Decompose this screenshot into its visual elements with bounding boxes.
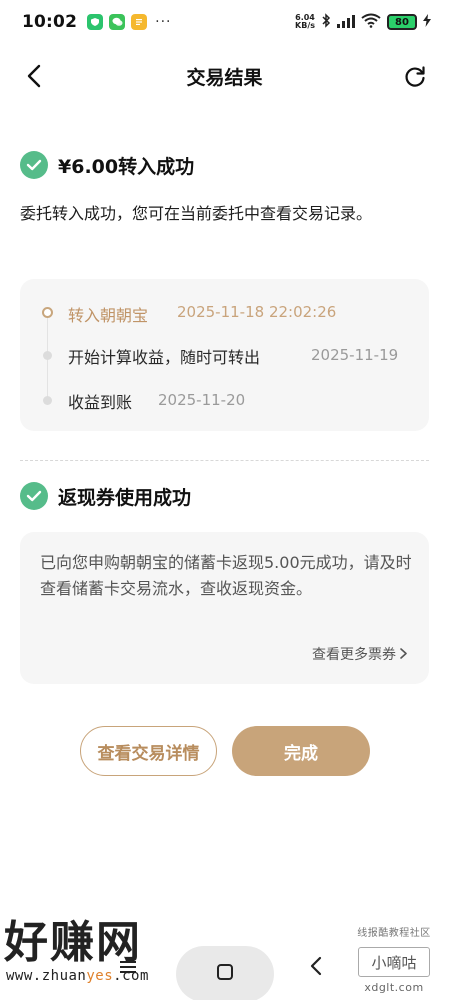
transfer-success-title: ¥6.00转入成功 — [58, 155, 195, 178]
home-square-icon[interactable] — [217, 964, 233, 980]
timeline-date-1: 2025-11-18 22:02:26 — [177, 303, 337, 321]
watermark-logo-text: 好赚网 — [4, 917, 142, 968]
watermark-url-suffix: .com — [113, 968, 149, 984]
check-circle-icon — [20, 151, 48, 179]
timeline-date-2: 2025-11-19 — [311, 346, 399, 364]
watermark-url: www.zhuanyes.com — [0, 968, 200, 984]
nav-back-icon[interactable] — [310, 956, 322, 982]
timeline-dot-active — [42, 307, 53, 318]
status-indicators: 6.04 KB/s 80 — [295, 12, 431, 32]
page-title: 交易结果 — [186, 66, 263, 89]
check-circle-icon — [20, 482, 48, 510]
timeline-label-3: 收益到账 — [68, 393, 133, 412]
watermark-right: 线报酷教程社区 小嘀咕 xdglt.com — [349, 924, 439, 994]
transfer-success-header: ¥6.00转入成功 — [20, 151, 194, 179]
timeline-dot — [43, 351, 52, 360]
timeline-date-3: 2025-11-20 — [158, 391, 246, 409]
battery-icon: 80 — [387, 14, 417, 30]
section-divider — [20, 460, 429, 461]
charging-icon — [423, 14, 431, 30]
timeline-label-2: 开始计算收益，随时可转出 — [68, 348, 261, 367]
timeline-label-1: 转入朝朝宝 — [68, 306, 149, 325]
watermark-name: 小嘀咕 — [358, 947, 430, 977]
network-speed: 6.04 KB/s — [295, 14, 315, 30]
transfer-timeline: 转入朝朝宝 2025-11-18 22:02:26 开始计算收益，随时可转出 2… — [20, 279, 429, 431]
watermark-url-prefix: www.zhuan — [6, 968, 87, 984]
notes-app-icon — [131, 14, 148, 30]
watermark-url-accent: yes — [86, 968, 114, 984]
cashback-success-header: 返现券使用成功 — [20, 482, 191, 510]
watermark-tag: 线报酷教程社区 — [357, 928, 431, 939]
status-more: ··· — [155, 14, 172, 30]
cashback-card: 已向您申购朝朝宝的储蓄卡返现5.00元成功，请及时查看储蓄卡交易流水，查收返现资… — [20, 532, 429, 684]
timeline-dot — [43, 396, 52, 405]
view-more-vouchers-link[interactable]: 查看更多票券 — [312, 644, 407, 664]
status-bar: 10:02 ··· 6.04 KB/s 80 — [0, 0, 449, 44]
done-button[interactable]: 完成 — [232, 726, 370, 776]
transfer-description: 委托转入成功，您可在当前委托中查看交易记录。 — [20, 204, 373, 223]
page-header: 交易结果 — [0, 48, 449, 104]
bluetooth-icon — [321, 12, 331, 32]
wechat-app-icon — [109, 14, 126, 30]
watermark-site: xdglt.com — [364, 981, 424, 994]
back-button[interactable] — [18, 60, 50, 92]
watermark-left: 好赚网 www.zhuanyes.com — [0, 918, 200, 996]
network-speed-unit: KB/s — [295, 21, 315, 30]
status-app-icons: ··· — [87, 14, 171, 30]
cashback-success-title: 返现券使用成功 — [58, 486, 192, 509]
wifi-icon — [361, 13, 381, 32]
refresh-icon — [405, 66, 425, 87]
cellular-signal-icon — [337, 13, 355, 32]
refresh-button[interactable] — [399, 60, 431, 92]
chevron-right-icon — [400, 645, 407, 663]
view-transaction-details-button[interactable]: 查看交易详情 — [80, 726, 217, 776]
cashback-text: 已向您申购朝朝宝的储蓄卡返现5.00元成功，请及时查看储蓄卡交易流水，查收返现资… — [40, 553, 412, 598]
status-time: 10:02 — [22, 12, 78, 32]
shield-app-icon — [87, 14, 104, 30]
chevron-left-icon — [27, 64, 41, 88]
view-more-vouchers-label: 查看更多票券 — [312, 647, 396, 663]
